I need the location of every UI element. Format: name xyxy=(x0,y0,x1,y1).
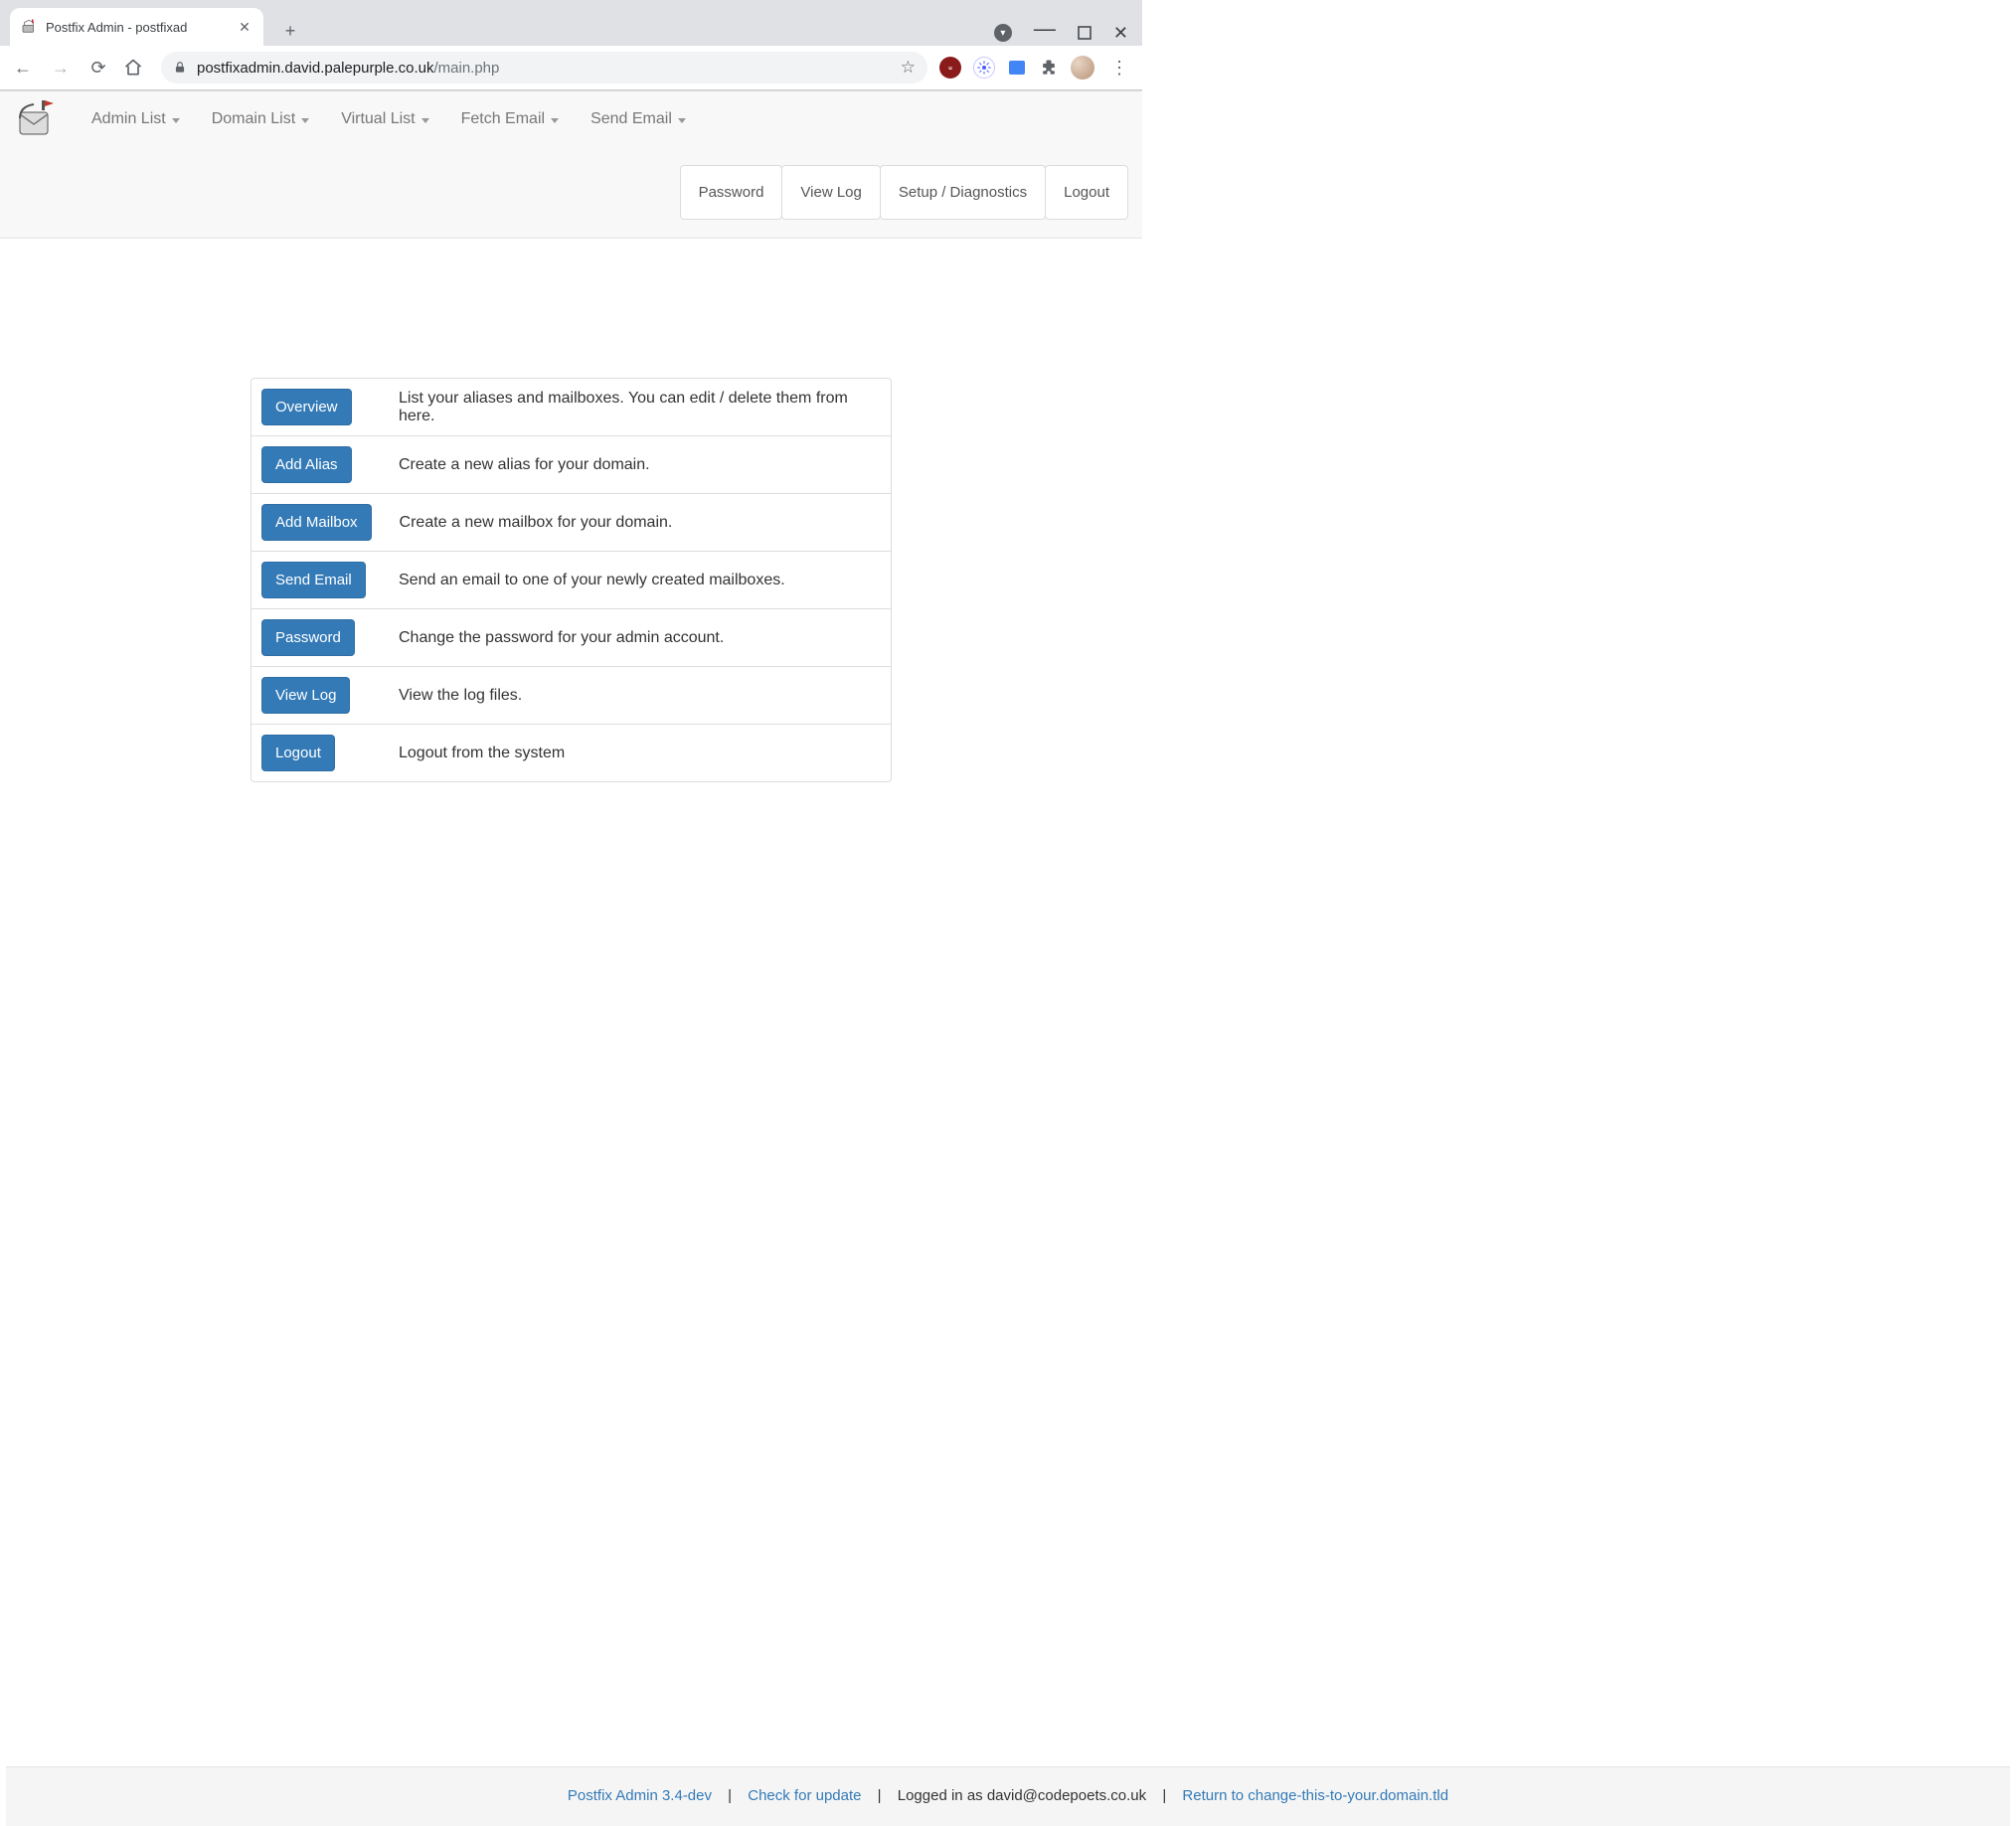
row-desc: Create a new mailbox for your domain. xyxy=(400,514,881,532)
extension-icon[interactable] xyxy=(973,57,995,79)
bookmark-star-icon[interactable]: ☆ xyxy=(901,58,916,78)
navbar: Admin List Domain List Virtual List Fetc… xyxy=(0,91,1142,147)
row-desc: Create a new alias for your domain. xyxy=(399,456,881,474)
footer-logged-in: Logged in as david@codepoets.co.uk xyxy=(898,1787,1146,1804)
url-host: postfixadmin.david.palepurple.co.uk xyxy=(197,60,433,77)
list-item: View Log View the log files. xyxy=(252,667,891,725)
maximize-icon[interactable] xyxy=(1078,26,1092,40)
url-path: /main.php xyxy=(433,60,499,77)
main-content: Overview List your aliases and mailboxes… xyxy=(0,239,1142,961)
kebab-menu-icon[interactable]: ⋮ xyxy=(1106,58,1132,79)
nav-setup-button[interactable]: Setup / Diagnostics xyxy=(880,165,1046,220)
extensions-puzzle-icon[interactable] xyxy=(1039,58,1059,78)
overview-button[interactable]: Overview xyxy=(261,389,352,425)
footer-check-update-link[interactable]: Check for update xyxy=(748,1787,861,1804)
lock-icon xyxy=(173,61,187,75)
extension-icon-2[interactable] xyxy=(1007,59,1027,77)
close-tab-icon[interactable]: ✕ xyxy=(236,19,253,36)
nav-fetch-email[interactable]: Fetch Email xyxy=(447,100,573,138)
nav-label: Fetch Email xyxy=(461,110,545,128)
nav-admin-list[interactable]: Admin List xyxy=(78,100,194,138)
home-icon[interactable] xyxy=(123,58,149,78)
footer: Postfix Admin 3.4-dev | Check for update… xyxy=(6,1766,2010,1826)
row-desc: Change the password for your admin accou… xyxy=(399,629,881,647)
separator: | xyxy=(1162,1787,1166,1804)
row-desc: View the log files. xyxy=(399,687,881,705)
list-item: Logout Logout from the system xyxy=(252,725,891,781)
add-mailbox-button[interactable]: Add Mailbox xyxy=(261,504,372,541)
new-tab-button[interactable]: + xyxy=(275,16,305,46)
action-list: Overview List your aliases and mailboxes… xyxy=(251,378,892,782)
browser-toolbar: ← → ⟳ postfixadmin.david.palepurple.co.u… xyxy=(0,46,1142,89)
list-item: Send Email Send an email to one of your … xyxy=(252,552,891,609)
caret-down-icon xyxy=(678,118,686,123)
separator: | xyxy=(878,1787,882,1804)
nav-label: Admin List xyxy=(91,110,166,128)
reload-icon[interactable]: ⟳ xyxy=(85,58,111,79)
row-desc: List your aliases and mailboxes. You can… xyxy=(399,390,881,425)
password-button[interactable]: Password xyxy=(261,619,355,656)
list-item: Overview List your aliases and mailboxes… xyxy=(252,379,891,436)
minimize-icon[interactable]: — xyxy=(1034,16,1056,42)
chrome-menu-icon[interactable]: ▾ xyxy=(994,24,1012,42)
add-alias-button[interactable]: Add Alias xyxy=(261,446,352,483)
row-desc: Send an email to one of your newly creat… xyxy=(399,572,881,589)
profile-avatar-icon[interactable] xyxy=(1071,56,1094,80)
nav-password-button[interactable]: Password xyxy=(680,165,783,220)
url-text: postfixadmin.david.palepurple.co.uk/main… xyxy=(197,60,499,77)
tab-strip: Postfix Admin - postfixad ✕ + ▾ — ✕ xyxy=(0,0,1142,46)
address-bar[interactable]: postfixadmin.david.palepurple.co.uk/main… xyxy=(161,52,927,83)
nav-label: Domain List xyxy=(212,110,295,128)
row-desc: Logout from the system xyxy=(399,745,881,762)
caret-down-icon xyxy=(172,118,180,123)
nav-domain-list[interactable]: Domain List xyxy=(198,100,323,138)
ublock-icon[interactable]: u xyxy=(939,57,961,79)
nav-label: Send Email xyxy=(590,110,672,128)
nav-viewlog-button[interactable]: View Log xyxy=(781,165,880,220)
caret-down-icon xyxy=(421,118,429,123)
close-window-icon[interactable]: ✕ xyxy=(1113,23,1128,44)
footer-return-link[interactable]: Return to change-this-to-your.domain.tld xyxy=(1182,1787,1448,1804)
send-email-button[interactable]: Send Email xyxy=(261,562,366,598)
browser-tab[interactable]: Postfix Admin - postfixad ✕ xyxy=(10,8,263,46)
window-controls: ▾ — ✕ xyxy=(994,20,1142,46)
logout-button[interactable]: Logout xyxy=(261,735,335,771)
nav-label: Virtual List xyxy=(341,110,415,128)
caret-down-icon xyxy=(301,118,309,123)
extensions-row: u ⋮ xyxy=(939,56,1132,80)
browser-chrome: Postfix Admin - postfixad ✕ + ▾ — ✕ ← → … xyxy=(0,0,1142,90)
app-header: Admin List Domain List Virtual List Fetc… xyxy=(0,90,1142,239)
caret-down-icon xyxy=(551,118,559,123)
list-item: Add Mailbox Create a new mailbox for you… xyxy=(252,494,891,552)
view-log-button[interactable]: View Log xyxy=(261,677,350,714)
nav-right: Password View Log Setup / Diagnostics Lo… xyxy=(0,147,1142,238)
nav-virtual-list[interactable]: Virtual List xyxy=(327,100,442,138)
svg-text:u: u xyxy=(948,66,952,72)
list-item: Add Alias Create a new alias for your do… xyxy=(252,436,891,494)
nav-logout-button[interactable]: Logout xyxy=(1045,165,1128,220)
separator: | xyxy=(728,1787,732,1804)
footer-version-link[interactable]: Postfix Admin 3.4-dev xyxy=(568,1787,712,1804)
app-logo-icon[interactable] xyxy=(10,96,64,142)
back-icon[interactable]: ← xyxy=(10,58,36,79)
nav-menu: Admin List Domain List Virtual List Fetc… xyxy=(78,100,700,138)
favicon-icon xyxy=(20,18,38,36)
tab-title: Postfix Admin - postfixad xyxy=(46,20,228,35)
forward-icon: → xyxy=(48,58,74,79)
list-item: Password Change the password for your ad… xyxy=(252,609,891,667)
nav-send-email[interactable]: Send Email xyxy=(577,100,700,138)
